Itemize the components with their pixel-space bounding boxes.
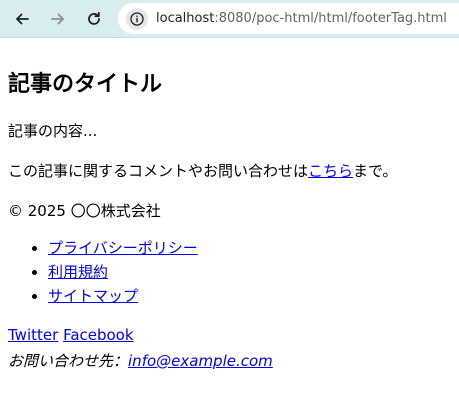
site-info-button[interactable] [126,7,148,30]
comment-suffix: まで。 [353,162,398,180]
url-text[interactable]: localhost:8080/poc-html/html/footerTag.h… [156,11,447,26]
article-body: 記事の内容... [8,122,98,140]
facebook-link[interactable]: Facebook [63,326,133,344]
address-bar[interactable]: localhost:8080/poc-html/html/footerTag.h… [118,3,459,34]
list-item: 利用規約 [48,260,198,284]
list-item: プライバシーポリシー [48,236,198,260]
back-icon [16,13,29,25]
back-button[interactable] [10,7,34,31]
contact-email-link[interactable]: info@example.com [128,352,273,370]
footer-links: プライバシーポリシー 利用規約 サイトマップ [8,236,198,308]
url-path: :8080/poc-html/html/footerTag.html [214,11,447,26]
browser-toolbar: localhost:8080/poc-html/html/footerTag.h… [0,0,459,38]
reload-button[interactable] [82,7,106,31]
page-content: 記事のタイトル 記事の内容... この記事に関するコメントやお問い合わせはこちら… [8,38,459,406]
contact-address: お問い合わせ先：info@example.com [8,350,273,371]
twitter-link[interactable]: Twitter [8,326,58,344]
list-item: サイトマップ [48,284,198,308]
copyright: © 2025 〇〇株式会社 [8,202,161,220]
sitemap-link[interactable]: サイトマップ [48,287,138,305]
comment-prefix: この記事に関するコメントやお問い合わせは [8,162,309,180]
contact-label: お問い合わせ先： [8,352,129,370]
site-info-icon [130,11,144,26]
forward-button[interactable] [46,7,70,31]
url-host: localhost [156,11,215,26]
article-title: 記事のタイトル [8,72,163,97]
forward-icon [51,13,64,25]
comment-paragraph: この記事に関するコメントやお問い合わせはこちらまで。 [8,160,397,181]
terms-link[interactable]: 利用規約 [48,263,108,281]
social-links: Twitter Facebook [8,326,134,344]
contact-link[interactable]: こちら [308,162,353,180]
reload-icon [88,11,100,25]
privacy-policy-link[interactable]: プライバシーポリシー [48,239,198,257]
